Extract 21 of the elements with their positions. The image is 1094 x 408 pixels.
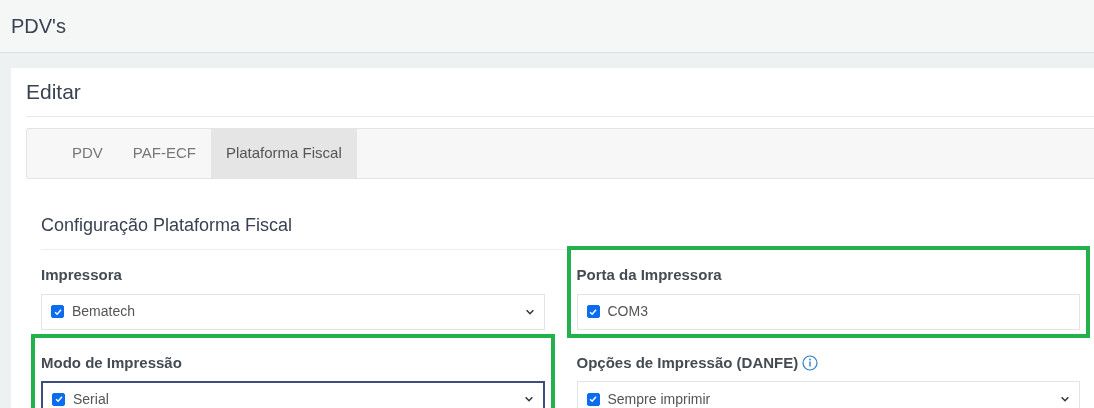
input-field[interactable]: COM3 — [576, 293, 1080, 330]
chevron-down-icon — [1060, 394, 1070, 404]
card-title: Editar — [26, 78, 81, 105]
select-field[interactable]: Serial — [41, 381, 545, 408]
checkbox[interactable] — [52, 392, 65, 406]
field-label: Impressora — [41, 265, 122, 285]
select-field[interactable]: Bematech — [41, 293, 545, 330]
checkbox[interactable] — [51, 305, 64, 318]
field-label: Opções de Impressão (DANFE) — [576, 352, 799, 373]
field-label: Modo de Impressão — [41, 352, 182, 373]
field-label: Porta da Impressora — [576, 265, 722, 285]
tab[interactable]: PAF-ECF — [117, 129, 211, 178]
info-icon[interactable] — [802, 354, 819, 371]
tab[interactable]: PDV — [57, 129, 118, 178]
page-title: PDV's — [11, 14, 66, 39]
chevron-down-icon — [523, 394, 534, 404]
tab[interactable]: Plataforma Fiscal — [210, 129, 357, 178]
section-title: Configuração Plataforma Fiscal — [41, 215, 293, 235]
select-field[interactable]: Sempre imprimir — [576, 381, 1080, 408]
checkbox[interactable] — [586, 392, 600, 406]
checkbox[interactable] — [586, 305, 600, 318]
